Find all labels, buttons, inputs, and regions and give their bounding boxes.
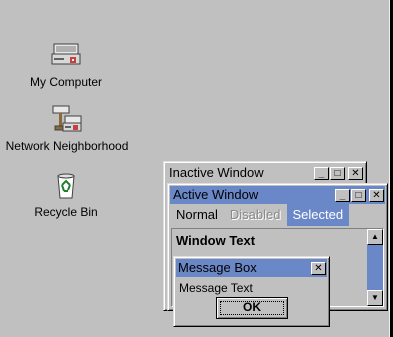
ok-button[interactable]: OK	[216, 297, 288, 319]
maximize-icon: □	[355, 189, 362, 201]
computer-icon	[51, 43, 81, 65]
minimize-button[interactable]: _	[314, 166, 329, 180]
menu-item-normal[interactable]: Normal	[170, 204, 224, 226]
maximize-button[interactable]: □	[351, 188, 366, 202]
minimize-icon: _	[318, 167, 325, 179]
maximize-button[interactable]: □	[330, 166, 345, 180]
scroll-down-button[interactable]: ▼	[367, 290, 383, 306]
desktop-icon-network-neighborhood[interactable]: Network Neighborhood	[0, 104, 134, 153]
close-icon: ✕	[314, 262, 323, 274]
arrow-up-icon: ▲	[371, 232, 379, 241]
maximize-icon: □	[334, 167, 341, 179]
vertical-scrollbar[interactable]: ▲ ▼	[367, 229, 383, 306]
scroll-up-button[interactable]: ▲	[367, 229, 383, 245]
desktop-icon-label: My Computer	[27, 75, 105, 89]
desktop-icon-recycle-bin[interactable]: Recycle Bin	[24, 170, 108, 219]
desktop-icon-label: Recycle Bin	[32, 205, 100, 219]
arrow-down-icon: ▼	[371, 293, 379, 302]
close-icon: ✕	[372, 189, 381, 201]
desktop-icon-label: Network Neighborhood	[3, 139, 131, 153]
close-button[interactable]: ✕	[348, 166, 363, 180]
inactive-window-titlebar[interactable]: Inactive Window _ □ ✕	[166, 164, 364, 182]
desktop-icon-my-computer[interactable]: My Computer	[24, 40, 108, 89]
menu-item-disabled: Disabled	[229, 207, 281, 222]
menu-item-selected[interactable]: Selected	[286, 204, 350, 226]
desktop: My Computer Network Neighborhood Recycle…	[0, 0, 393, 337]
window-text: Window Text	[176, 233, 256, 248]
ok-button-label: OK	[243, 300, 261, 314]
active-window-titlebar[interactable]: Active Window _ □ ✕	[170, 186, 385, 204]
recycle-bin-icon	[57, 173, 75, 199]
message-box-titlebar[interactable]: Message Box ✕	[176, 259, 327, 277]
window-title: Active Window	[173, 187, 259, 202]
network-icon	[52, 105, 82, 132]
minimize-button[interactable]: _	[335, 188, 350, 202]
close-button[interactable]: ✕	[311, 261, 326, 275]
window-title: Inactive Window	[169, 165, 264, 180]
close-button[interactable]: ✕	[369, 188, 384, 202]
message-box-title: Message Box	[178, 260, 257, 275]
message-box[interactable]: Message Box ✕ Message Text OK	[173, 256, 330, 327]
message-text: Message Text	[179, 281, 253, 295]
close-icon: ✕	[351, 167, 360, 179]
minimize-icon: _	[339, 189, 346, 201]
menu-bar: Normal Disabled Selected	[170, 204, 385, 226]
